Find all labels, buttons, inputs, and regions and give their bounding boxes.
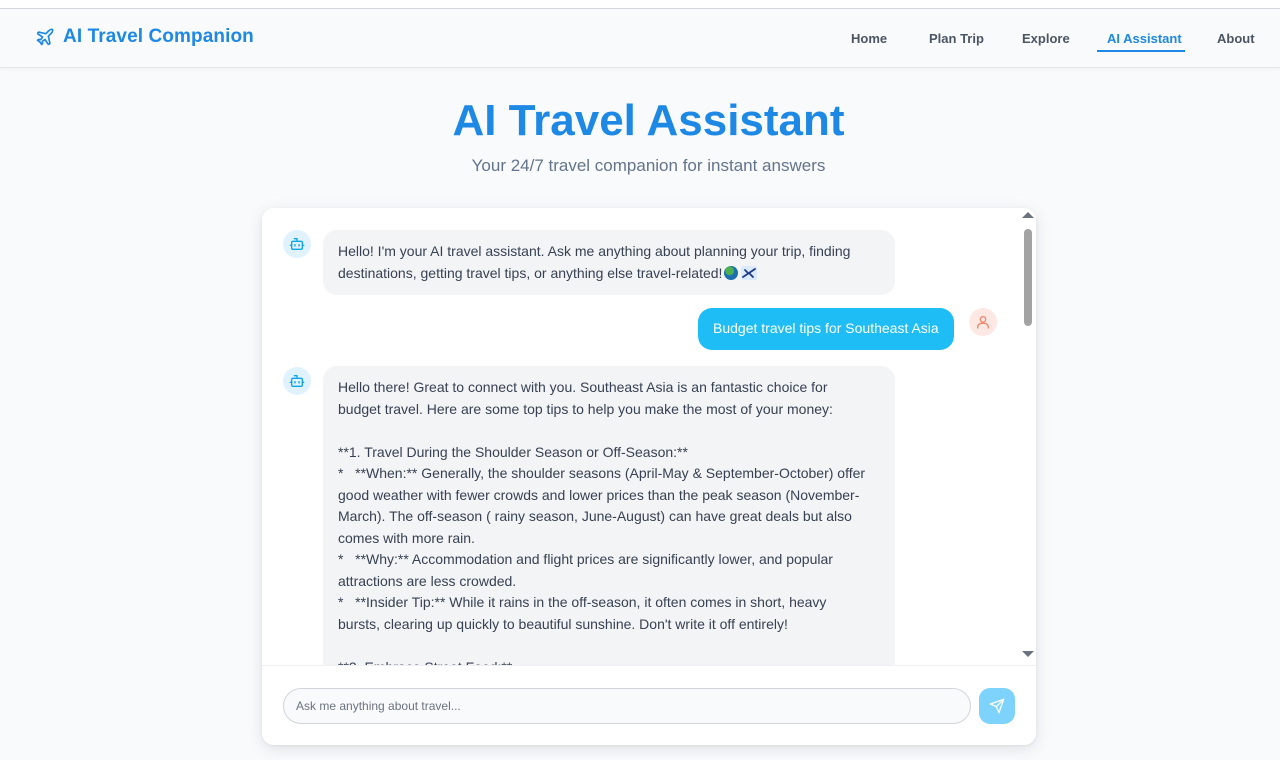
message-line: comes with more rain. [338, 529, 475, 546]
message-line: **1. Travel During the Shoulder Season o… [338, 443, 688, 460]
message-line: March). The off-season ( rainy season, J… [338, 508, 852, 524]
page-subtitle: Your 24/7 travel companion for instant a… [471, 156, 826, 175]
send-icon [989, 698, 1005, 714]
nav-about[interactable]: About [1217, 31, 1255, 46]
message-list[interactable]: Hello! I'm your AI travel assistant. Ask… [262, 208, 1020, 665]
message-line: * **When:** Generally, the shoulder seas… [338, 465, 866, 481]
nav-active-indicator [1097, 50, 1185, 52]
airplane-emoji [741, 265, 758, 280]
message-line: bursts, clearing up quickly to beautiful… [338, 615, 788, 632]
nav-plan-trip[interactable]: Plan Trip [929, 31, 984, 46]
message-line [338, 420, 880, 442]
nav-ai-assistant[interactable]: AI Assistant [1107, 31, 1182, 46]
message-line: attractions are less crowded. [338, 572, 517, 589]
message-line: Hello! I'm your AI travel assistant. Ask… [338, 243, 851, 259]
plane-icon [36, 28, 54, 46]
scroll-thumb[interactable] [1024, 229, 1032, 326]
message-line: destinations, getting travel tips, or an… [338, 263, 880, 285]
bot-message: Hello! I'm your AI travel assistant. Ask… [323, 230, 895, 295]
page-title: AI Travel Assistant [452, 96, 845, 145]
bot-message: Hello there! Great to connect with you. … [323, 366, 895, 665]
message-line: * **Why:** Accommodation and flight pric… [338, 551, 833, 567]
brand-name: AI Travel Companion [63, 26, 254, 47]
nav-home[interactable]: Home [851, 31, 887, 46]
message-line: **2. Embrace Street Food:** [338, 657, 880, 666]
brand-link[interactable]: AI Travel Companion [35, 26, 254, 48]
message-line [338, 635, 880, 657]
message-line: budget travel. Here are some top tips to… [338, 400, 833, 417]
message-line: good weather with fewer crowds and lower… [338, 486, 860, 503]
scroll-up-arrow[interactable] [1022, 212, 1034, 218]
robot-icon [289, 375, 305, 387]
browser-top-edge [0, 0, 1280, 9]
user-icon [977, 316, 989, 329]
message-line-text: destinations, getting travel tips, or an… [338, 264, 723, 281]
chat-input[interactable] [283, 688, 971, 724]
user-message: Budget travel tips for Southeast Asia [698, 308, 954, 350]
nav-explore[interactable]: Explore [1022, 31, 1070, 46]
message-line: * **Insider Tip:** While it rains in the… [338, 594, 827, 610]
message-line: Hello there! Great to connect with you. … [338, 379, 828, 395]
send-button[interactable] [979, 688, 1015, 724]
scroll-down-arrow[interactable] [1022, 651, 1034, 657]
chat-input-bar [262, 665, 1036, 745]
navbar: AI Travel Companion Home Plan Trip Explo… [0, 9, 1280, 68]
globe-emoji [724, 265, 739, 280]
user-avatar [969, 308, 997, 336]
robot-icon [289, 238, 305, 250]
bot-avatar [283, 367, 311, 395]
bot-avatar [283, 230, 311, 258]
